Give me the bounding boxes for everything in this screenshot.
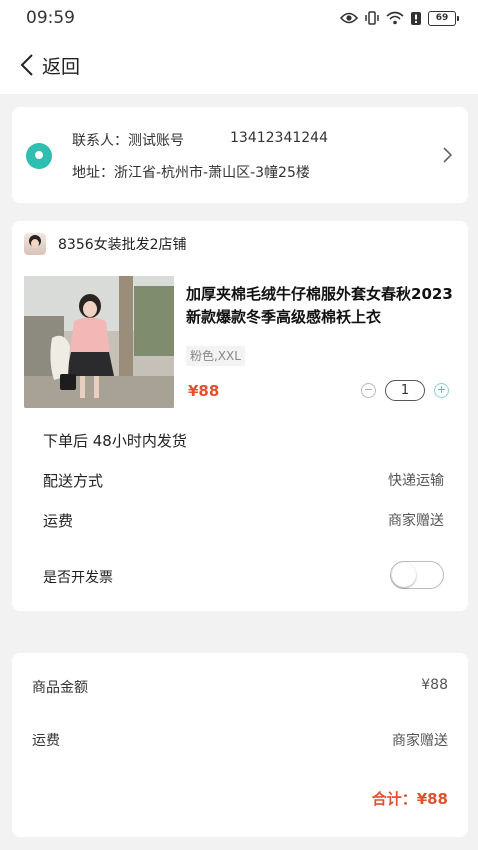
summary-freight-row: 运费 商家赠送 xyxy=(32,730,448,750)
order-card: 8356女装批发2店铺 加厚夹棉毛绒牛仔棉服外套女春秋2023新款爆款冬季高级感… xyxy=(12,221,468,611)
total-amount: 合计：¥88 xyxy=(371,790,448,808)
shipping-note-text: 下单后 48小时内发货 xyxy=(43,432,187,450)
quantity-stepper: − 1 + xyxy=(361,380,449,401)
status-bar: 09:59 69 xyxy=(0,0,478,36)
contact-phone: 13412341244 xyxy=(230,130,328,146)
battery-icon: 69 xyxy=(428,10,459,26)
invoice-row: 是否开发票 xyxy=(43,561,444,589)
clock: 09:59 xyxy=(26,8,75,28)
status-icons: 69 xyxy=(340,9,459,27)
chevron-left-icon xyxy=(20,54,33,76)
address-text: 地址：浙江省-杭州市-萧山区-3幢25楼 xyxy=(72,165,310,181)
alert-icon xyxy=(411,11,421,25)
delivery-value: 快递运输 xyxy=(388,473,444,489)
shipping-note: 下单后 48小时内发货 xyxy=(43,430,444,451)
nav-bar: 返回 xyxy=(0,36,478,94)
location-pin-icon xyxy=(26,143,52,169)
address-card[interactable]: 联系人：测试账号 13412341244 地址：浙江省-杭州市-萧山区-3幢25… xyxy=(12,107,468,203)
chevron-right-icon xyxy=(443,147,452,163)
minus-icon[interactable]: − xyxy=(361,383,376,398)
product-spec: 粉色,XXL xyxy=(186,346,245,366)
delivery-row[interactable]: 配送方式 快递运输 xyxy=(43,470,444,491)
shop-header: 8356女装批发2店铺 xyxy=(24,233,187,255)
product-price: ¥88 xyxy=(188,382,220,400)
contact-name: 联系人：测试账号 xyxy=(72,133,184,149)
eye-icon xyxy=(340,12,358,24)
goods-amount-label: 商品金额 xyxy=(32,680,88,696)
shop-name: 8356女装批发2店铺 xyxy=(58,237,187,253)
goods-amount-value: ¥88 xyxy=(421,677,448,693)
summary-card: 商品金额 ¥88 运费 商家赠送 合计：¥88 xyxy=(12,653,468,837)
freight-label: 运费 xyxy=(43,512,74,530)
shop-avatar xyxy=(24,233,46,255)
summary-freight-value: 商家赠送 xyxy=(392,733,448,749)
toggle-knob xyxy=(392,563,416,587)
quantity-input[interactable]: 1 xyxy=(385,380,425,401)
delivery-label: 配送方式 xyxy=(43,472,104,490)
invoice-toggle[interactable] xyxy=(390,561,444,589)
product-title[interactable]: 加厚夹棉毛绒牛仔棉服外套女春秋2023新款爆款冬季高级感棉袄上衣 xyxy=(186,283,456,329)
vibrate-icon xyxy=(365,11,379,25)
contact-row: 联系人：测试账号 13412341244 xyxy=(72,130,328,150)
product-image[interactable] xyxy=(24,276,174,408)
back-label: 返回 xyxy=(42,55,81,78)
invoice-label: 是否开发票 xyxy=(43,570,113,586)
freight-row: 运费 商家赠送 xyxy=(43,510,444,531)
wifi-icon xyxy=(386,11,404,25)
back-button[interactable]: 返回 xyxy=(20,50,80,80)
freight-value: 商家赠送 xyxy=(388,513,444,529)
plus-icon[interactable]: + xyxy=(434,383,449,398)
goods-amount-row: 商品金额 ¥88 xyxy=(32,677,448,697)
summary-freight-label: 运费 xyxy=(32,733,60,749)
